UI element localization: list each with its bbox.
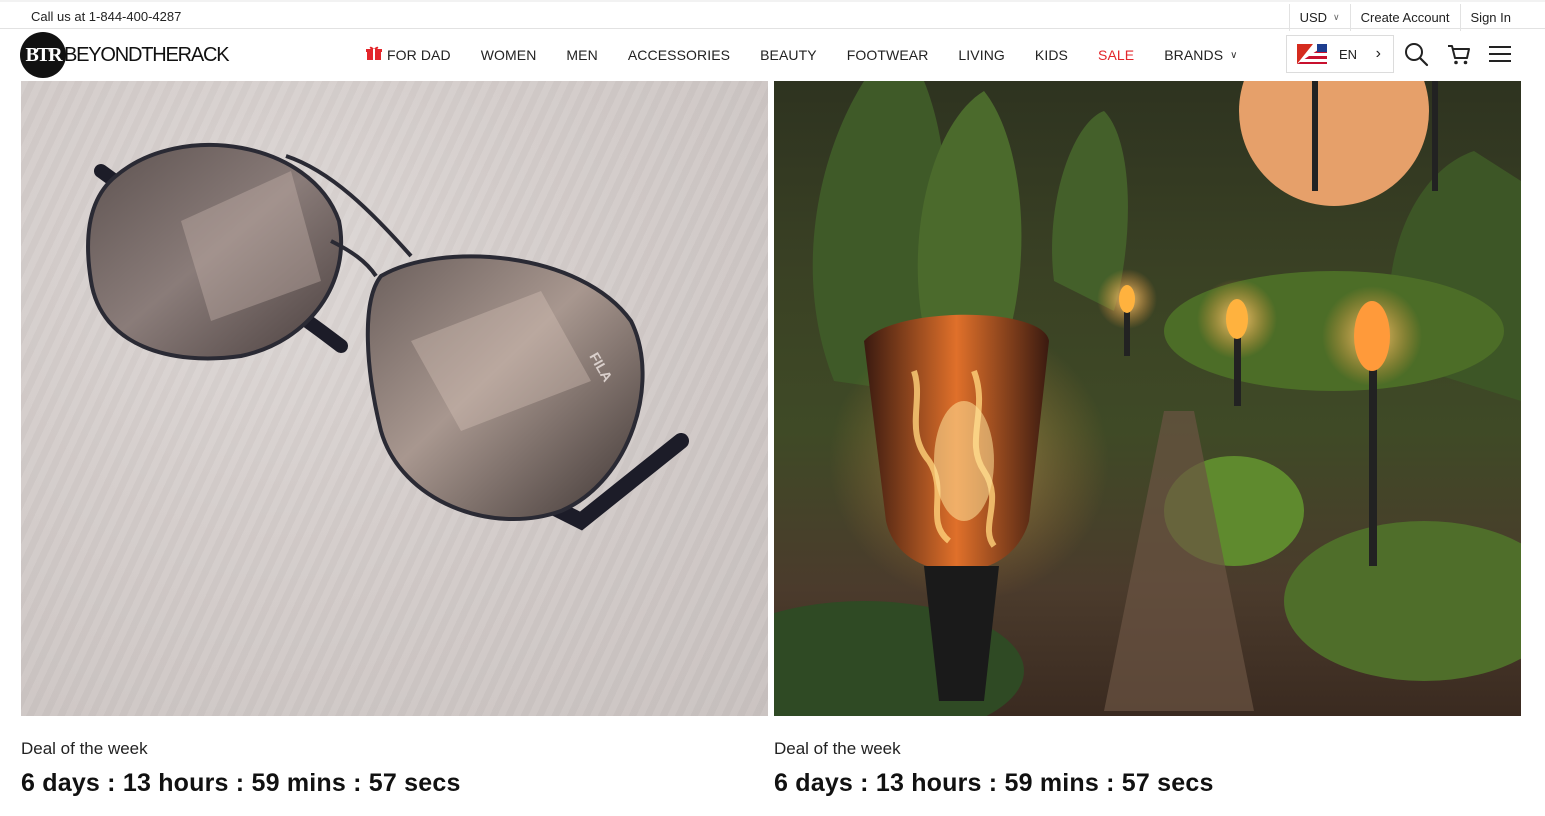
deal-countdown: 6 days : 13 hours : 59 mins : 57 secs — [21, 769, 461, 797]
sign-in-link[interactable]: Sign In — [1459, 4, 1521, 31]
nav-item-brands[interactable]: BRANDS ∨ — [1164, 47, 1237, 63]
nav-item-label: FOR DAD — [387, 47, 451, 63]
top-utility-bar: Call us at 1-844-400-4287 USD ∨ Create A… — [0, 0, 1545, 31]
nav-item-label: BRANDS — [1164, 47, 1224, 63]
menu-icon[interactable] — [1487, 41, 1513, 67]
search-icon[interactable] — [1403, 41, 1429, 67]
nav-item-for-dad[interactable]: FOR DAD — [366, 45, 451, 66]
account-links: USD ∨ Create Account Sign In — [1288, 4, 1521, 31]
main-nav: FOR DAD WOMEN MEN ACCESSORIES BEAUTY FOO… — [366, 29, 1268, 81]
nav-item-living[interactable]: LIVING — [958, 47, 1005, 63]
deal-card[interactable]: Deal of the week 6 days : 13 hours : 59 … — [774, 81, 1521, 797]
nav-item-kids[interactable]: KIDS — [1035, 47, 1068, 63]
flag-icon — [1297, 44, 1327, 64]
nav-item-beauty[interactable]: BEAUTY — [760, 47, 817, 63]
phone-number[interactable]: Call us at 1-844-400-4287 — [31, 9, 181, 24]
currency-label: USD — [1299, 10, 1328, 25]
language-selector[interactable]: EN › — [1286, 35, 1394, 73]
main-header: BTR BEYONDTHERACK FOR DAD WOMEN MEN ACCE… — [0, 29, 1545, 81]
cart-icon[interactable] — [1446, 41, 1472, 67]
deal-label: Deal of the week — [21, 739, 148, 758]
garden-torch-photo[interactable] — [774, 81, 1521, 716]
deal-card[interactable]: FILA Deal of the week 6 days : 13 hours … — [21, 81, 768, 797]
nav-item-men[interactable]: MEN — [566, 47, 597, 63]
language-code: EN — [1339, 46, 1358, 62]
chevron-down-icon: ∨ — [1230, 49, 1238, 61]
currency-selector[interactable]: USD ∨ — [1288, 4, 1350, 31]
deal-label: Deal of the week — [774, 739, 901, 758]
deal-countdown: 6 days : 13 hours : 59 mins : 57 secs — [774, 769, 1214, 797]
nav-item-footwear[interactable]: FOOTWEAR — [847, 47, 929, 63]
site-logo[interactable]: BTR BEYONDTHERACK — [20, 32, 230, 78]
chevron-right-icon: › — [1375, 45, 1381, 62]
create-account-link[interactable]: Create Account — [1349, 4, 1460, 31]
logo-wordmark: BEYONDTHERACK — [64, 43, 230, 66]
nav-item-accessories[interactable]: ACCESSORIES — [628, 47, 730, 63]
nav-item-women[interactable]: WOMEN — [481, 47, 537, 63]
nav-item-sale[interactable]: SALE — [1098, 47, 1134, 63]
chevron-down-icon: ∨ — [1333, 12, 1340, 22]
sunglasses-photo[interactable]: FILA — [21, 81, 768, 716]
gift-icon — [366, 45, 382, 66]
logo-mark: BTR — [20, 32, 66, 78]
